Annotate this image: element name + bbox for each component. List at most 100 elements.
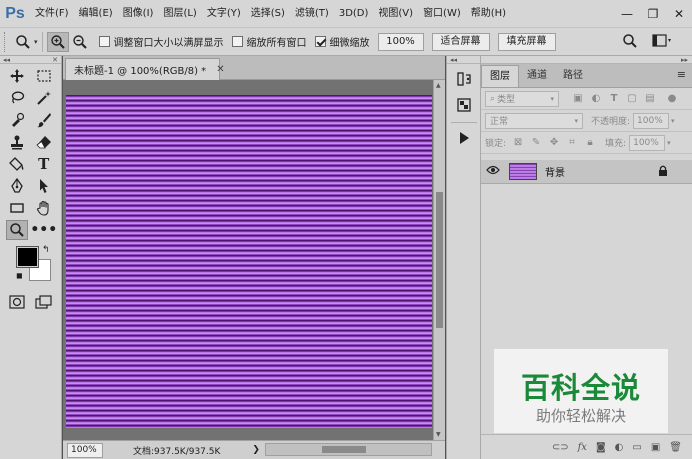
spot-healing-icon[interactable] xyxy=(6,110,28,130)
stamp-icon[interactable] xyxy=(6,132,28,152)
filter-kind-select[interactable]: ⌕ 类型 ▾ xyxy=(485,90,559,107)
zoom-out-icon[interactable] xyxy=(69,32,91,52)
swap-colors-icon[interactable]: ↰ xyxy=(42,245,50,255)
fill-screen-button[interactable]: 填充屏幕 xyxy=(497,32,556,51)
brush-icon[interactable] xyxy=(33,110,55,130)
scroll-down-icon[interactable]: ▼ xyxy=(436,431,441,438)
status-zoom-field[interactable]: 100% xyxy=(67,442,103,458)
screen-mode-icon[interactable] xyxy=(33,292,55,312)
zoom-tool-icon[interactable] xyxy=(6,219,29,240)
menu-view[interactable]: 视图(V) xyxy=(373,0,418,27)
document-canvas[interactable] xyxy=(66,95,432,428)
menu-window[interactable]: 窗口(W) xyxy=(418,0,466,27)
rectangle-icon[interactable] xyxy=(6,198,28,218)
menu-image[interactable]: 图像(I) xyxy=(118,0,159,27)
zoom-all-option[interactable]: 缩放所有窗口 xyxy=(231,34,307,49)
layer-style-icon[interactable]: fx xyxy=(578,442,587,453)
lasso-icon[interactable] xyxy=(6,88,28,108)
link-layers-icon[interactable]: ⊂⊃ xyxy=(552,442,569,453)
zoom-in-icon[interactable] xyxy=(46,31,69,52)
collapsed-panels-grip[interactable]: ◂◂ xyxy=(447,56,480,64)
vertical-scroll-thumb[interactable] xyxy=(436,192,443,328)
options-grip[interactable] xyxy=(4,31,12,52)
marquee-icon[interactable] xyxy=(33,66,55,86)
close-button[interactable]: ✕ xyxy=(666,0,692,27)
menu-help[interactable]: 帮助(H) xyxy=(466,0,511,27)
add-mask-icon[interactable]: ◙ xyxy=(596,442,606,453)
scrubby-zoom-checkbox[interactable] xyxy=(314,36,326,47)
default-colors-icon[interactable]: ◼ xyxy=(16,271,23,280)
tab-layers[interactable]: 图层 xyxy=(481,65,519,87)
menu-layer[interactable]: 图层(L) xyxy=(158,0,201,27)
restore-button[interactable]: ❐ xyxy=(640,0,666,27)
tool-preset-chevron-icon[interactable]: ▾ xyxy=(34,38,38,46)
tab-paths[interactable]: 路径 xyxy=(555,65,591,87)
vertical-scrollbar[interactable]: ▲ ▼ xyxy=(433,80,445,440)
new-group-icon[interactable]: ▭ xyxy=(632,442,641,453)
layers-panel-grip[interactable]: ▸▸ xyxy=(481,56,692,64)
menu-3d[interactable]: 3D(D) xyxy=(334,0,374,27)
actions-play-icon[interactable] xyxy=(452,127,476,149)
history-panel-icon[interactable] xyxy=(452,68,476,90)
status-menu-chevron-icon[interactable]: ❯ xyxy=(252,445,260,455)
menu-type[interactable]: 文字(Y) xyxy=(202,0,246,27)
layer-name[interactable]: 背景 xyxy=(545,164,565,179)
filter-type-icon[interactable]: T xyxy=(605,93,623,104)
lock-image-icon[interactable]: ✎ xyxy=(527,137,545,148)
layer-row[interactable]: 背景 xyxy=(481,160,692,184)
search-icon[interactable] xyxy=(622,33,638,52)
scrubby-zoom-option[interactable]: 细微缩放 xyxy=(314,34,370,49)
filter-shape-icon[interactable]: ▢ xyxy=(623,93,641,104)
adjustment-layer-icon[interactable]: ◐ xyxy=(615,442,624,453)
tab-channels[interactable]: 通道 xyxy=(519,65,555,87)
lock-position-icon[interactable]: ✥ xyxy=(545,137,563,148)
panel-menu-icon[interactable]: ≡ xyxy=(677,68,686,81)
hand-icon[interactable] xyxy=(33,198,55,218)
filter-adjustment-icon[interactable]: ◐ xyxy=(587,93,605,104)
horizontal-scroll-thumb[interactable] xyxy=(322,446,366,453)
fill-field[interactable]: 100% xyxy=(629,134,666,151)
pen-icon[interactable] xyxy=(6,176,28,196)
magic-wand-icon[interactable] xyxy=(33,88,55,108)
resize-windows-option[interactable]: 调整窗口大小以满屏显示 xyxy=(98,34,224,49)
zoom-value-field[interactable]: 100% xyxy=(377,32,424,51)
zoom-all-checkbox[interactable] xyxy=(231,36,243,47)
move-icon[interactable] xyxy=(6,66,28,86)
close-tab-icon[interactable]: ✕ xyxy=(216,64,224,75)
eraser-icon[interactable] xyxy=(33,132,55,152)
bucket-icon[interactable] xyxy=(6,154,28,174)
filter-pixel-icon[interactable]: ▣ xyxy=(569,93,587,104)
menu-file[interactable]: 文件(F) xyxy=(30,0,74,27)
path-select-icon[interactable] xyxy=(33,176,55,196)
new-layer-icon[interactable]: ▣ xyxy=(651,442,660,453)
lock-artboard-icon[interactable]: ⌗ xyxy=(563,137,581,148)
delete-layer-icon[interactable]: 🗑︎ xyxy=(669,442,682,453)
lock-all-icon[interactable]: 🔒︎ xyxy=(581,137,599,148)
menu-filter[interactable]: 滤镜(T) xyxy=(290,0,334,27)
tools-panel-grip[interactable]: ◂◂ ✕ xyxy=(0,56,61,64)
more-tools-icon[interactable]: ••• xyxy=(30,220,57,240)
filter-smart-object-icon[interactable]: ▤ xyxy=(641,93,659,104)
properties-panel-icon[interactable] xyxy=(452,94,476,116)
fit-screen-button[interactable]: 适合屏幕 xyxy=(431,32,490,51)
foreground-color-swatch[interactable] xyxy=(16,246,39,268)
opacity-field[interactable]: 100% xyxy=(633,112,670,129)
chevron-down-icon[interactable]: ▾ xyxy=(671,117,675,125)
workspace-icon[interactable] xyxy=(652,34,672,51)
visibility-eye-icon[interactable] xyxy=(481,165,505,178)
horizontal-scrollbar[interactable] xyxy=(265,443,432,456)
menu-edit[interactable]: 编辑(E) xyxy=(74,0,118,27)
document-tab[interactable]: 未标题-1 @ 100%(RGB/8) * ✕ xyxy=(65,58,225,80)
resize-windows-checkbox[interactable] xyxy=(98,36,110,47)
type-icon[interactable]: T xyxy=(33,154,55,174)
scroll-up-icon[interactable]: ▲ xyxy=(436,82,441,89)
chevron-down-icon[interactable]: ▾ xyxy=(667,139,671,147)
minimize-button[interactable]: — xyxy=(614,0,640,27)
lock-transparent-icon[interactable]: ⊠ xyxy=(509,137,527,148)
tool-preset-zoom-icon[interactable] xyxy=(12,32,34,52)
menu-select[interactable]: 选择(S) xyxy=(246,0,290,27)
blend-mode-select[interactable]: 正常 ▾ xyxy=(485,112,583,129)
quick-mask-icon[interactable] xyxy=(6,292,28,312)
layer-thumbnail[interactable] xyxy=(509,163,537,180)
filter-toggle-icon[interactable]: ● xyxy=(663,93,681,104)
